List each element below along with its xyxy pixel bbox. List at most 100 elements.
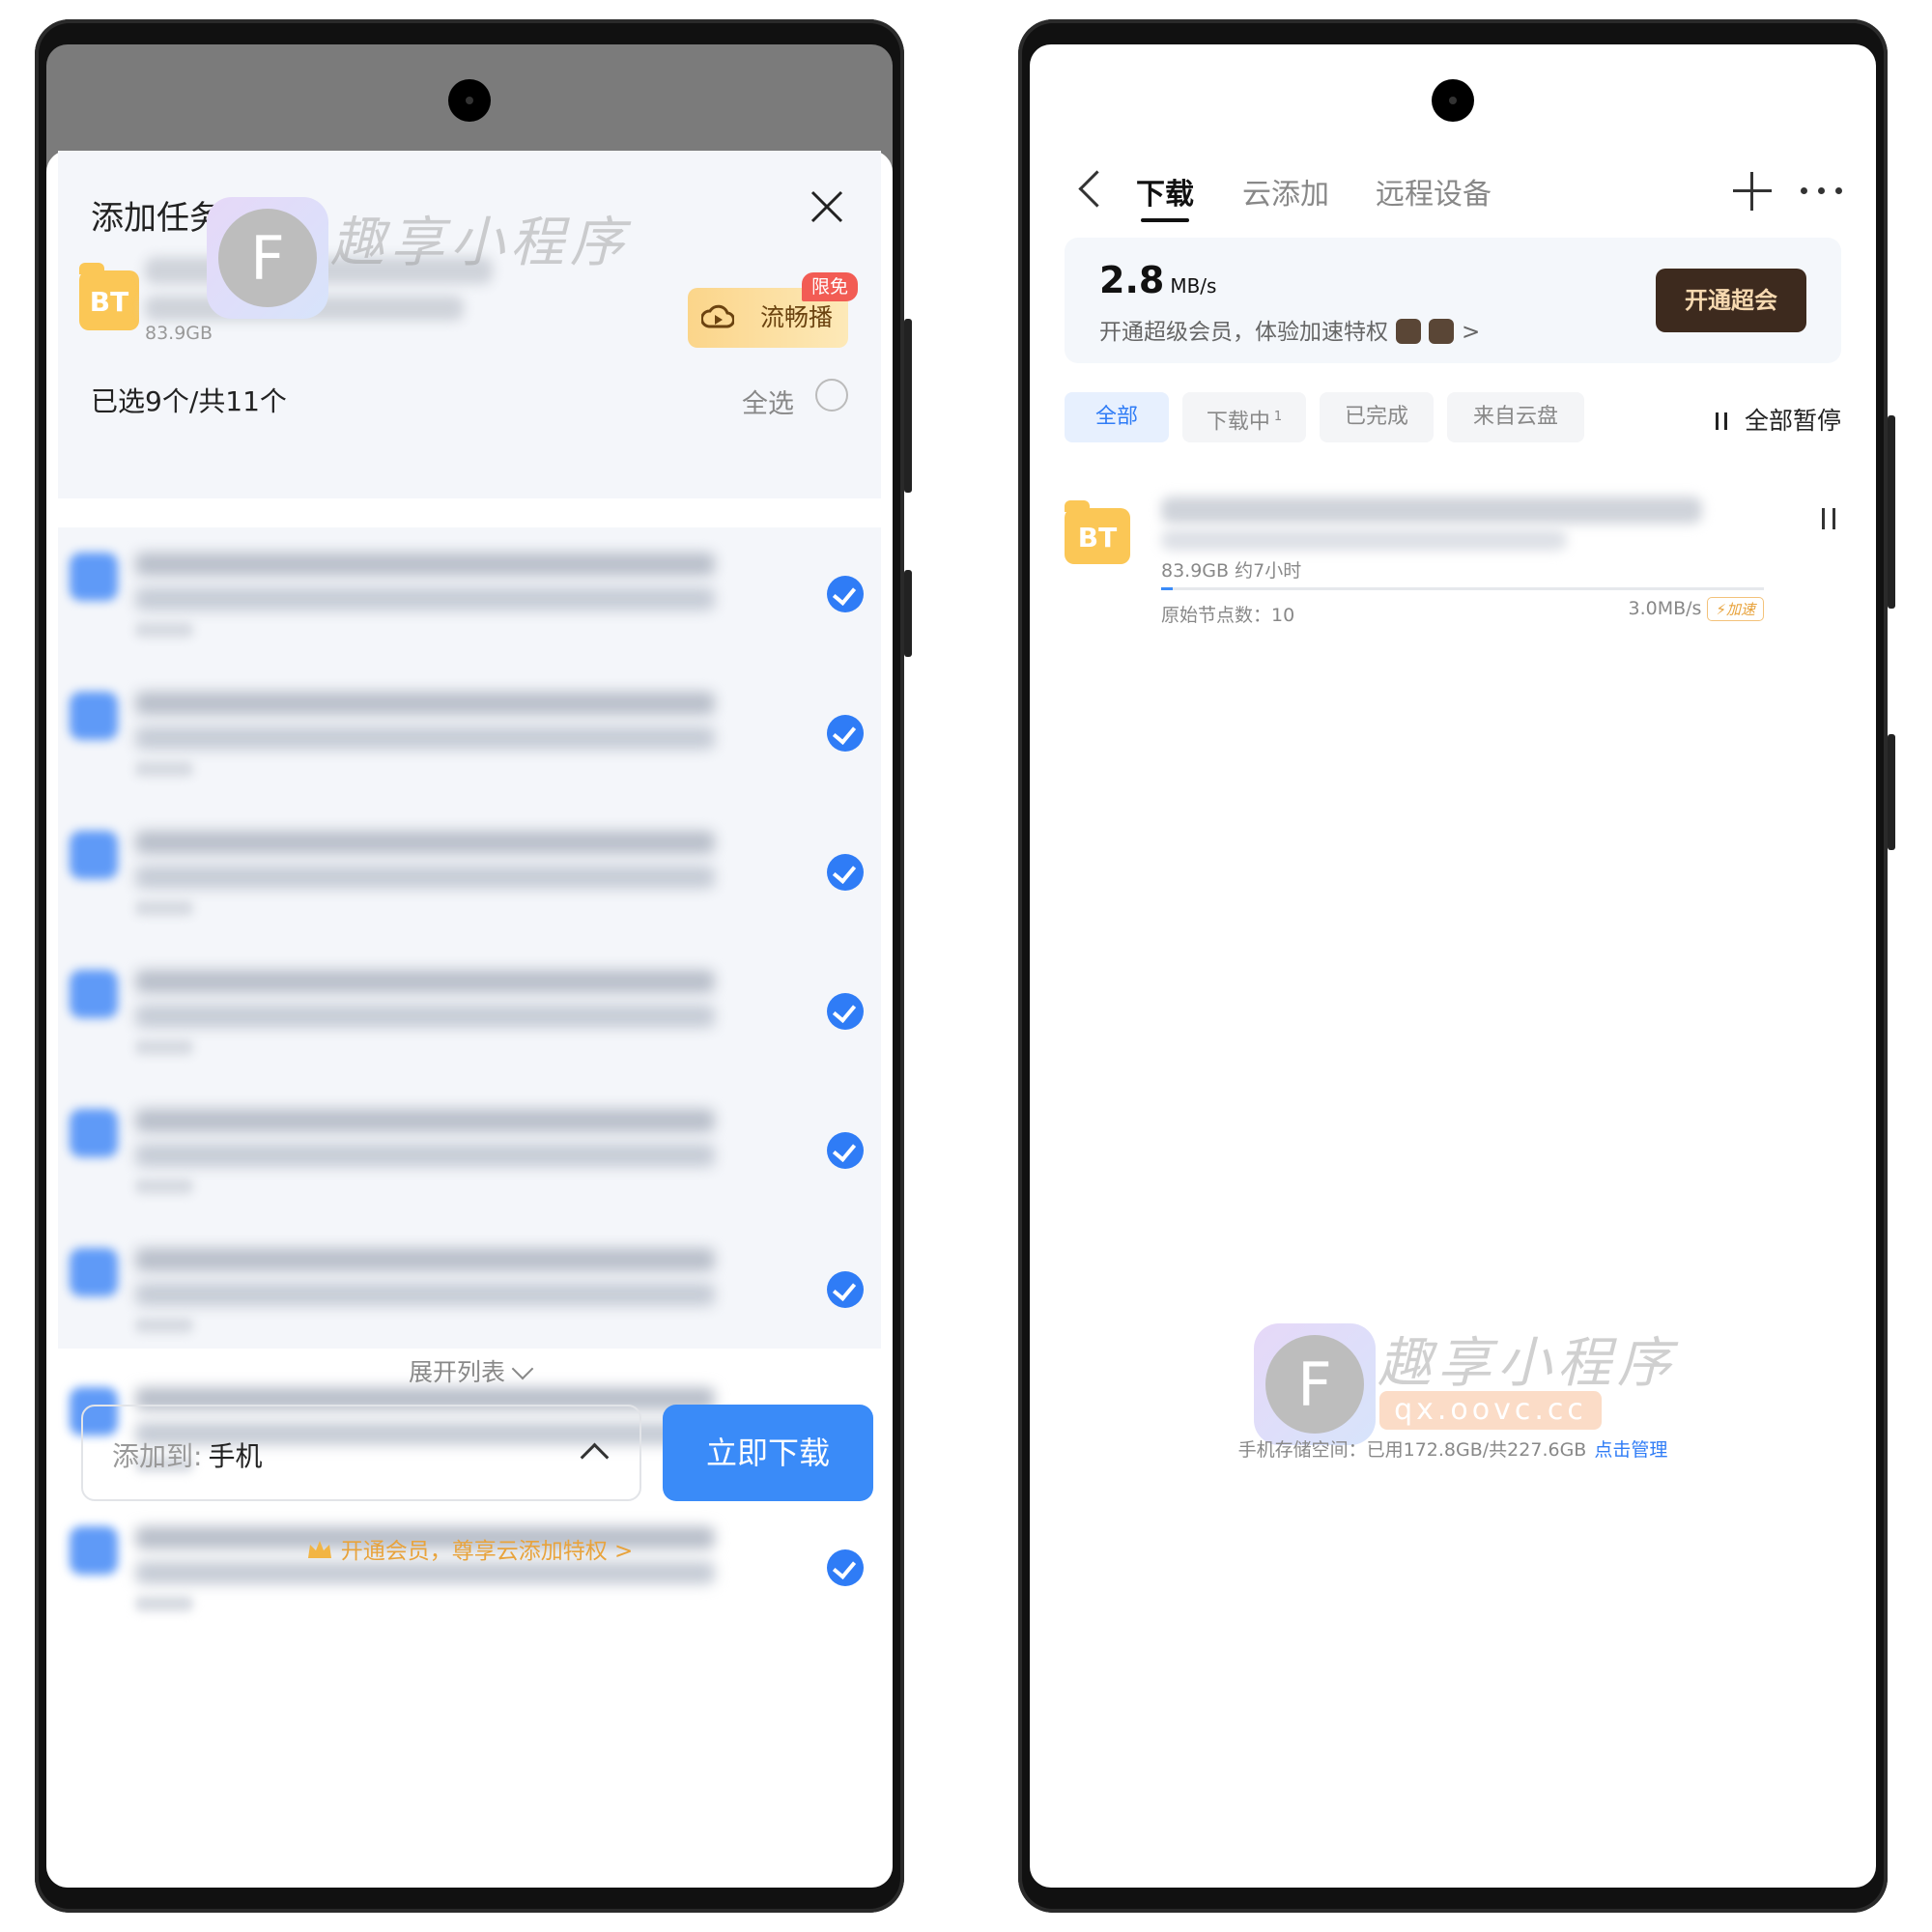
watermark-url: qx.oovc.cc bbox=[1379, 1391, 1602, 1430]
side-button bbox=[1888, 415, 1895, 609]
speed-promo[interactable]: 开通超级会员，体验加速特权 > bbox=[1099, 313, 1480, 346]
file-name-blurred bbox=[135, 1283, 715, 1306]
file-name-blurred bbox=[135, 970, 715, 993]
bolt-icon bbox=[1429, 319, 1454, 344]
side-button bbox=[1888, 734, 1895, 850]
file-type-icon bbox=[70, 1109, 118, 1157]
task-name-blurred bbox=[1161, 529, 1567, 551]
smooth-play-label: 流畅播 bbox=[759, 303, 833, 331]
filter-all-label: 全部 bbox=[1094, 405, 1138, 429]
file-type-icon bbox=[70, 970, 118, 1018]
file-name-blurred bbox=[135, 1144, 715, 1167]
boost-badge[interactable]: ⚡加速 bbox=[1707, 597, 1764, 621]
tab-download-label: 下载 bbox=[1136, 178, 1194, 212]
file-name-blurred bbox=[135, 553, 715, 576]
filter-completed-label: 已完成 bbox=[1344, 405, 1408, 429]
destination-value: 手机 bbox=[208, 1440, 263, 1472]
chevron-down-icon bbox=[511, 1357, 534, 1380]
speed-promo-text: 开通超级会员，体验加速特权 bbox=[1099, 320, 1388, 345]
checked-icon[interactable] bbox=[827, 854, 864, 891]
expand-list-label: 展开列表 bbox=[408, 1358, 505, 1386]
filter-from-cloud[interactable]: 来自云盘 bbox=[1447, 392, 1584, 442]
chevron-up-icon bbox=[580, 1442, 610, 1472]
add-task-sheet: 添加任务 BT 83.9GB 流畅播 限免 已选9个/共11个 全选 F 趣享小… bbox=[46, 151, 893, 1888]
file-name-blurred bbox=[135, 1109, 715, 1132]
sheet-title: 添加任务 bbox=[91, 199, 222, 238]
manage-storage-link[interactable]: 点击管理 bbox=[1594, 1439, 1667, 1461]
boost-label: 加速 bbox=[1725, 601, 1755, 618]
task-speed: 3.0MB/s ⚡加速 bbox=[1628, 597, 1764, 621]
downloading-count: 1 bbox=[1273, 410, 1283, 424]
watermark-logo bbox=[207, 197, 328, 319]
select-all-label[interactable]: 全选 bbox=[742, 383, 794, 420]
filter-downloading[interactable]: 下载中 1 bbox=[1182, 392, 1306, 442]
select-all-radio[interactable] bbox=[815, 379, 848, 412]
watermark-logo bbox=[1254, 1323, 1376, 1445]
file-name-blurred bbox=[135, 1005, 715, 1028]
list-item[interactable] bbox=[58, 811, 881, 951]
close-icon[interactable] bbox=[808, 187, 846, 226]
list-item[interactable] bbox=[58, 951, 881, 1090]
filter-row: 全部 下载中 1 已完成 来自云盘 全部暂停 bbox=[1065, 392, 1841, 446]
pause-icon bbox=[1715, 412, 1727, 430]
selection-row: 已选9个/共11个 全选 bbox=[91, 373, 848, 431]
task-pause-icon[interactable] bbox=[1822, 508, 1835, 529]
storage-info: 手机存储空间：已用172.8GB/共227.6GB 点击管理 bbox=[1030, 1435, 1876, 1462]
file-type-icon bbox=[70, 692, 118, 740]
speed-unit: MB/s bbox=[1170, 274, 1217, 298]
pause-all-label: 全部暂停 bbox=[1744, 407, 1841, 435]
task-size: 83.9GB bbox=[145, 323, 213, 344]
promo-arrow: > bbox=[1462, 320, 1481, 345]
file-name-blurred bbox=[135, 692, 715, 715]
watermark-text: 趣享小程序 bbox=[1378, 1332, 1677, 1395]
pause-all-button[interactable]: 全部暂停 bbox=[1715, 402, 1841, 437]
checked-icon[interactable] bbox=[827, 1271, 864, 1308]
tab-cloud-add[interactable]: 云添加 bbox=[1242, 170, 1329, 213]
destination-select[interactable]: 添加到: 手机 bbox=[81, 1405, 641, 1501]
file-name-blurred bbox=[135, 1248, 715, 1271]
tab-remote-devices[interactable]: 远程设备 bbox=[1376, 170, 1492, 213]
free-limited-badge: 限免 bbox=[801, 272, 858, 301]
cloud-play-icon bbox=[701, 304, 734, 328]
expand-list-link[interactable]: 展开列表 bbox=[46, 1353, 893, 1388]
task-progress-fill bbox=[1161, 587, 1174, 590]
back-icon[interactable] bbox=[1078, 170, 1116, 208]
vip-upgrade-link[interactable]: 开通会员，尊享云添加特权 > bbox=[46, 1532, 893, 1565]
crown-icon bbox=[307, 1541, 331, 1558]
filter-all[interactable]: 全部 bbox=[1065, 392, 1169, 442]
task-speed-value: 3.0MB/s bbox=[1628, 598, 1702, 619]
task-meta: 83.9GB 约7小时 bbox=[1161, 560, 1302, 582]
phone-left: 添加任务 BT 83.9GB 流畅播 限免 已选9个/共11个 全选 F 趣享小… bbox=[35, 19, 912, 1913]
checked-icon[interactable] bbox=[827, 576, 864, 612]
active-tab-indicator bbox=[1141, 218, 1189, 222]
file-type-icon bbox=[70, 1248, 118, 1296]
file-type-icon bbox=[70, 831, 118, 879]
more-icon[interactable] bbox=[1801, 187, 1843, 195]
download-now-button[interactable]: 立即下载 bbox=[663, 1405, 873, 1501]
storage-text: 手机存储空间：已用172.8GB/共227.6GB bbox=[1237, 1439, 1587, 1461]
watermark-text: 趣享小程序 bbox=[330, 212, 630, 274]
open-svip-button[interactable]: 开通超会 bbox=[1656, 269, 1806, 332]
file-name-blurred bbox=[135, 1039, 193, 1055]
download-task-row[interactable]: BT 83.9GB 约7小时 原始节点数：10 3.0MB/s ⚡加速 bbox=[1065, 489, 1841, 643]
list-item[interactable] bbox=[58, 672, 881, 811]
file-name-blurred bbox=[135, 726, 715, 750]
checked-icon[interactable] bbox=[827, 715, 864, 752]
tab-download[interactable]: 下载 bbox=[1136, 170, 1194, 222]
current-speed: 2.8 MB/s bbox=[1099, 259, 1216, 301]
destination-label: 添加到: 手机 bbox=[112, 1435, 262, 1474]
filter-completed[interactable]: 已完成 bbox=[1320, 392, 1434, 442]
list-item[interactable] bbox=[58, 1507, 881, 1646]
smooth-play-button[interactable]: 流畅播 限免 bbox=[688, 272, 858, 348]
file-name-blurred bbox=[135, 900, 193, 916]
list-item[interactable] bbox=[58, 1090, 881, 1229]
checked-icon[interactable] bbox=[827, 1132, 864, 1169]
destination-label-text: 添加到: bbox=[112, 1440, 203, 1472]
list-item[interactable] bbox=[58, 1229, 881, 1368]
file-name-blurred bbox=[135, 761, 193, 777]
add-icon[interactable] bbox=[1733, 172, 1772, 211]
list-item[interactable] bbox=[58, 533, 881, 672]
checked-icon[interactable] bbox=[827, 993, 864, 1030]
file-name-blurred bbox=[135, 587, 715, 611]
task-name-blurred bbox=[1161, 497, 1702, 524]
